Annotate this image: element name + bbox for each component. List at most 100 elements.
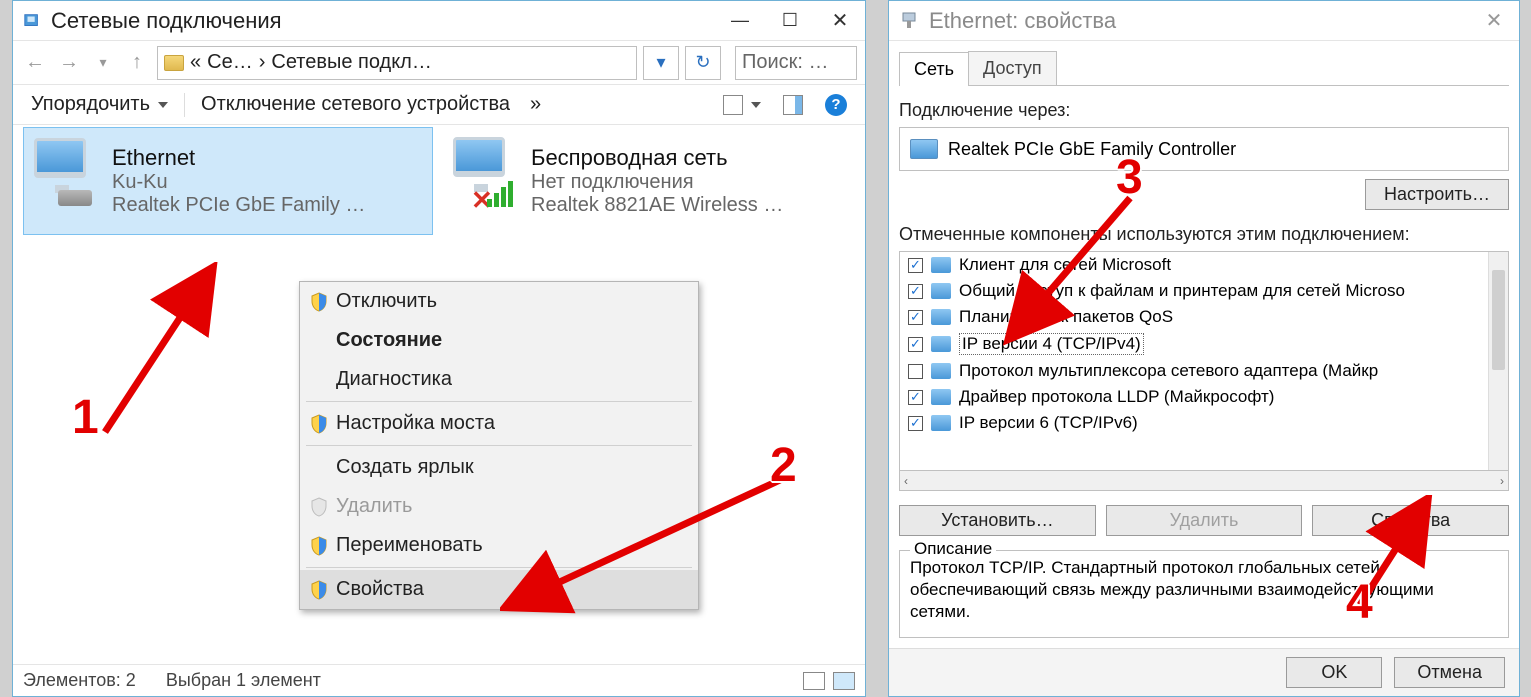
component-item[interactable]: ✓ Драйвер протокола LLDP (Майкрософт) xyxy=(900,384,1488,410)
checkbox-icon[interactable]: ✓ xyxy=(908,416,923,431)
command-bar: Упорядочить Отключение сетевого устройст… xyxy=(13,85,865,125)
components-listbox[interactable]: ✓ Клиент для сетей Microsoft ✓ Общий досту… xyxy=(899,251,1509,471)
ethernet-properties-window: Ethernet: свойства ✕ Сеть Доступ Подключ… xyxy=(888,0,1520,697)
ctx-label: Переименовать xyxy=(336,534,483,557)
window-title: Ethernet: свойства xyxy=(929,8,1116,34)
nav-forward-button[interactable]: → xyxy=(55,51,83,74)
checkbox-icon[interactable] xyxy=(908,364,923,379)
connection-wireless[interactable]: ✕ Беспроводная сеть Нет подключения Real… xyxy=(443,127,853,235)
ctx-separator xyxy=(306,567,692,568)
refresh-button[interactable]: ↻ xyxy=(685,46,721,80)
preview-pane-button[interactable] xyxy=(775,91,811,119)
checkbox-icon[interactable]: ✓ xyxy=(908,258,923,273)
scroll-thumb[interactable] xyxy=(1492,270,1505,370)
ctx-rename[interactable]: Переименовать xyxy=(300,526,698,565)
connection-name: Ethernet xyxy=(112,145,365,171)
component-icon xyxy=(931,389,951,405)
component-item-ipv4[interactable]: ✓IP версии 4 (TCP/IPv4) xyxy=(900,330,1488,358)
disable-device-button[interactable]: Отключение сетевого устройства xyxy=(193,89,518,120)
component-buttons: Установить… Удалить Свойства xyxy=(899,505,1509,536)
component-icon xyxy=(931,309,951,325)
tiles-view-button[interactable] xyxy=(833,672,855,690)
component-item[interactable]: Протокол мультиплексора сетевого адаптер… xyxy=(900,358,1488,384)
titlebar: Ethernet: свойства ✕ xyxy=(889,1,1519,41)
annotation-step-1: 1 xyxy=(72,390,99,445)
maximize-button[interactable]: ☐ xyxy=(765,1,815,41)
help-button[interactable]: ? xyxy=(817,90,855,120)
ctx-label: Создать ярлык xyxy=(336,456,474,479)
configure-button[interactable]: Настроить… xyxy=(1365,179,1509,210)
scrollbar-horizontal[interactable]: ‹› xyxy=(899,471,1509,491)
component-label: Драйвер протокола LLDP (Майкрософт) xyxy=(959,387,1274,407)
network-folder-icon xyxy=(23,11,41,31)
checkbox-icon[interactable]: ✓ xyxy=(908,390,923,405)
ctx-separator xyxy=(306,401,692,402)
ctx-label: Удалить xyxy=(336,495,412,518)
dialog-body: Сеть Доступ Подключение через: Realtek P… xyxy=(889,41,1519,638)
wifi-disconnected-icon: ✕ xyxy=(449,133,521,223)
components-inner: ✓ Клиент для сетей Microsoft ✓ Общий досту… xyxy=(900,252,1488,470)
nav-up-button[interactable]: ↑ xyxy=(123,51,151,74)
component-label: Общий доступ к файлам и принтерам для се… xyxy=(959,281,1405,301)
ctx-status[interactable]: Состояние xyxy=(300,321,698,360)
ctx-properties[interactable]: Свойства xyxy=(300,570,698,609)
remove-button: Удалить xyxy=(1106,505,1303,536)
component-item[interactable]: ✓IP версии 6 (TCP/IPv6) xyxy=(900,410,1488,436)
connection-text: Беспроводная сеть Нет подключения Realte… xyxy=(531,133,783,229)
description-text: Протокол TCP/IP. Стандартный протокол гл… xyxy=(910,557,1498,623)
breadcrumb-sep: › xyxy=(259,51,266,74)
tab-network[interactable]: Сеть xyxy=(899,52,969,86)
shield-icon xyxy=(310,580,328,600)
nav-toolbar: ← → ▾ ↑ « Се… › Сетевые подкл… ▾ ↻ Поиск… xyxy=(13,41,865,85)
connection-name: Беспроводная сеть xyxy=(531,145,783,171)
layout-icon xyxy=(723,95,743,115)
checkbox-icon[interactable]: ✓ xyxy=(908,337,923,352)
checkbox-icon[interactable]: ✓ xyxy=(908,284,923,299)
component-label: Клиент для сетей Microsoft xyxy=(959,255,1171,275)
ok-button[interactable]: OK xyxy=(1286,657,1382,688)
tab-access[interactable]: Доступ xyxy=(968,51,1057,85)
ctx-delete: Удалить xyxy=(300,487,698,526)
overflow-button[interactable]: » xyxy=(522,89,549,120)
scrollbar-vertical[interactable] xyxy=(1488,252,1508,470)
close-button[interactable]: ✕ xyxy=(1469,1,1519,41)
ctx-diagnostics[interactable]: Диагностика xyxy=(300,360,698,399)
tabstrip: Сеть Доступ xyxy=(899,51,1509,86)
shield-icon xyxy=(310,497,328,517)
folder-icon xyxy=(164,55,184,71)
connection-status: Нет подключения xyxy=(531,171,783,194)
connection-adapter: Realtek PCIe GbE Family … xyxy=(112,194,365,217)
search-input[interactable]: Поиск: … xyxy=(735,46,857,80)
address-dropdown-button[interactable]: ▾ xyxy=(643,46,679,80)
minimize-button[interactable]: — xyxy=(715,1,765,41)
install-button[interactable]: Установить… xyxy=(899,505,1096,536)
nav-back-button[interactable]: ← xyxy=(21,51,49,74)
ctx-disable[interactable]: Отключить xyxy=(300,282,698,321)
preview-pane-icon xyxy=(783,95,803,115)
ctx-bridge[interactable]: Настройка моста xyxy=(300,404,698,443)
description-frame: Описание Протокол TCP/IP. Стандартный пр… xyxy=(899,550,1509,638)
cancel-button[interactable]: Отмена xyxy=(1394,657,1505,688)
checkbox-icon[interactable]: ✓ xyxy=(908,310,923,325)
breadcrumb-2[interactable]: Сетевые подкл… xyxy=(271,51,431,74)
ctx-shortcut[interactable]: Создать ярлык xyxy=(300,448,698,487)
close-button[interactable]: ✕ xyxy=(815,1,865,41)
address-bar[interactable]: « Се… › Сетевые подкл… xyxy=(157,46,637,80)
ctx-label: Отключить xyxy=(336,290,437,313)
details-view-button[interactable] xyxy=(803,672,825,690)
properties-button[interactable]: Свойства xyxy=(1312,505,1509,536)
component-icon xyxy=(931,283,951,299)
breadcrumb-1[interactable]: Се… xyxy=(207,51,253,74)
ethernet-icon xyxy=(30,134,102,224)
connection-ethernet[interactable]: Ethernet Ku-Ku Realtek PCIe GbE Family … xyxy=(23,127,433,235)
breadcrumb-prefix: « xyxy=(190,51,201,74)
component-item[interactable]: ✓ Клиент для сетей Microsoft xyxy=(900,252,1488,278)
nav-history-button[interactable]: ▾ xyxy=(89,54,117,71)
component-item[interactable]: ✓ Общий доступ к файлам и принтерам для с… xyxy=(900,278,1488,304)
chevron-down-icon xyxy=(751,102,761,108)
organize-button[interactable]: Упорядочить xyxy=(23,89,176,120)
help-icon: ? xyxy=(825,94,847,116)
shield-icon xyxy=(310,292,328,312)
view-layout-button[interactable] xyxy=(715,91,769,119)
component-item[interactable]: ✓Планировщик пакетов QoS xyxy=(900,304,1488,330)
